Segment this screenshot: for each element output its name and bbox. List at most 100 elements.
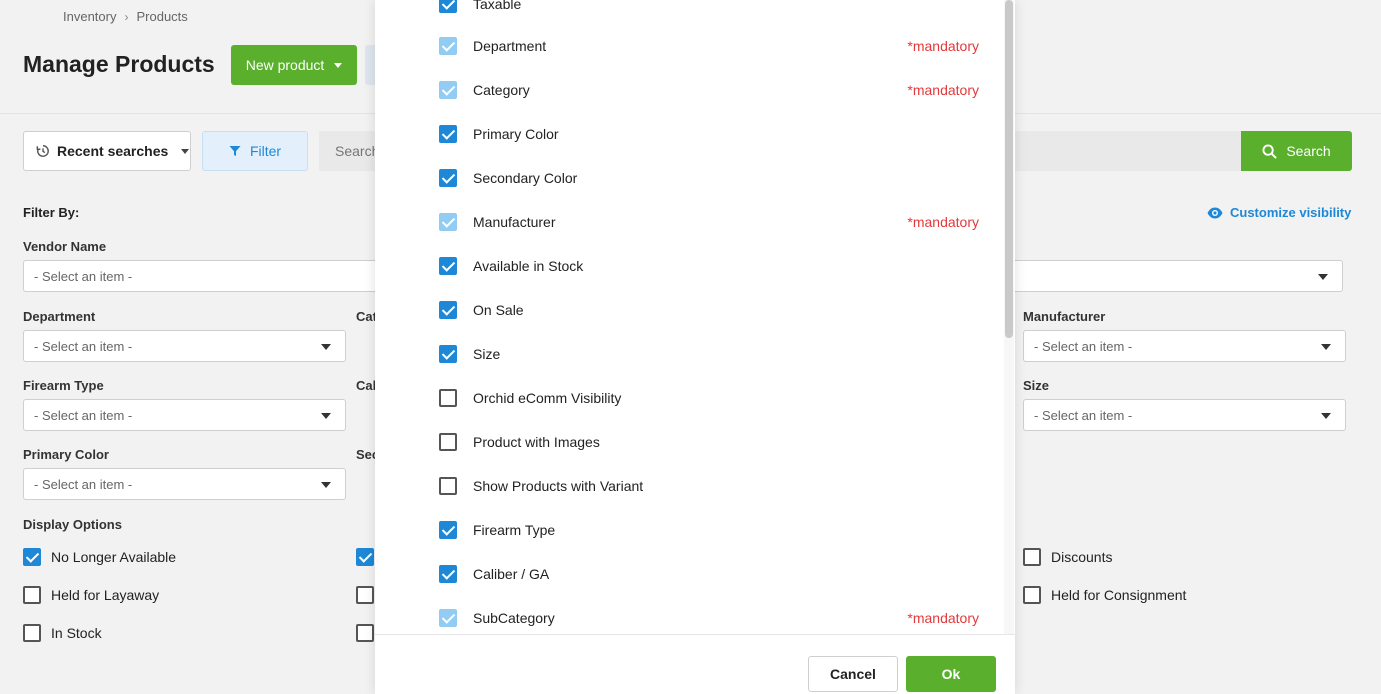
modal-scrollbar-thumb[interactable] — [1005, 0, 1013, 338]
modal-option-label: SubCategory — [473, 610, 555, 626]
customize-visibility-label: Customize visibility — [1230, 205, 1352, 220]
eye-icon — [1207, 207, 1223, 218]
checkbox[interactable] — [439, 433, 457, 451]
chevron-down-icon — [181, 148, 190, 154]
breadcrumb-inventory[interactable]: Inventory — [63, 9, 116, 24]
mandatory-tag: *mandatory — [907, 214, 979, 230]
display-option-in-stock[interactable]: In Stock — [23, 624, 102, 642]
modal-option-label: Size — [473, 346, 501, 362]
modal-option-caliber-ga[interactable]: Caliber / GA — [439, 559, 979, 589]
display-option-label: In Stock — [51, 625, 102, 641]
firearm-type-select[interactable]: - Select an item - — [23, 399, 346, 431]
display-option-held-for-layaway[interactable]: Held for Layaway — [23, 586, 159, 604]
vendor-name-select-value: - Select an item - — [34, 268, 133, 284]
size-select[interactable]: - Select an item - — [1023, 399, 1346, 431]
modal-option-show-products-with-variant[interactable]: Show Products with Variant — [439, 471, 979, 501]
display-option-held-for-consignment[interactable]: Held for Consignment — [1023, 586, 1186, 604]
modal-option-label: On Sale — [473, 302, 524, 318]
breadcrumb-separator-icon: › — [124, 9, 129, 24]
modal-option-firearm-type[interactable]: Firearm Type — [439, 515, 979, 545]
modal-option-label: Show Products with Variant — [473, 478, 644, 494]
modal-option-label: Category — [473, 82, 530, 98]
department-label: Department — [23, 309, 96, 324]
department-select[interactable]: - Select an item - — [23, 330, 346, 362]
display-option-col2-row2[interactable] — [356, 586, 374, 604]
search-button[interactable]: Search — [1241, 131, 1352, 171]
modal-option-available-in-stock[interactable]: Available in Stock — [439, 251, 979, 281]
checkbox[interactable] — [1023, 586, 1041, 604]
chevron-down-icon — [334, 62, 343, 68]
new-product-label: New product — [245, 57, 325, 73]
modal-option-label: Department — [473, 38, 547, 54]
filter-button[interactable]: Filter — [202, 131, 308, 171]
checkbox-checked[interactable] — [439, 0, 457, 13]
modal-scrollbar[interactable] — [1004, 0, 1014, 634]
cancel-button[interactable]: Cancel — [808, 656, 898, 692]
modal-footer: Cancel Ok — [375, 634, 1015, 694]
checkbox[interactable] — [1023, 548, 1041, 566]
checkbox-checked[interactable] — [439, 301, 457, 319]
display-option-label: Discounts — [1051, 549, 1113, 565]
recent-searches-button[interactable]: Recent searches — [23, 131, 191, 171]
modal-option-subcategory: SubCategory *mandatory — [439, 603, 979, 633]
modal-option-size[interactable]: Size — [439, 339, 979, 369]
display-option-col2-row1[interactable] — [356, 548, 374, 566]
checkbox-checked[interactable] — [439, 125, 457, 143]
checkbox[interactable] — [356, 624, 374, 642]
display-option-col2-row3[interactable] — [356, 624, 374, 642]
chevron-down-icon — [1321, 344, 1331, 350]
checkbox[interactable] — [439, 477, 457, 495]
chevron-down-icon — [321, 482, 331, 488]
checkbox[interactable] — [23, 624, 41, 642]
display-option-label: Held for Layaway — [51, 587, 160, 603]
modal-option-label: Orchid eComm Visibility — [473, 390, 622, 406]
checkbox[interactable] — [439, 389, 457, 407]
modal-option-orchid-ecomm-visibility[interactable]: Orchid eComm Visibility — [439, 383, 979, 413]
checkbox-checked[interactable] — [439, 565, 457, 583]
size-label: Size — [1023, 378, 1050, 393]
modal-option-taxable[interactable]: Taxable — [439, 0, 979, 19]
primary-color-select-value: - Select an item - — [34, 476, 133, 492]
caliber-label: Cal — [356, 378, 377, 393]
filter-label: Filter — [249, 143, 282, 159]
new-product-button[interactable]: New product — [231, 45, 357, 85]
chevron-down-icon — [1318, 274, 1328, 280]
chevron-down-icon — [321, 413, 331, 419]
modal-option-secondary-color[interactable]: Secondary Color — [439, 163, 979, 193]
filter-icon — [229, 146, 241, 156]
checkbox-checked[interactable] — [439, 169, 457, 187]
checkbox-checked[interactable] — [439, 345, 457, 363]
primary-color-select[interactable]: - Select an item - — [23, 468, 346, 500]
modal-option-label: Manufacturer — [473, 214, 556, 230]
modal-option-list: Taxable Department *mandatory Category *… — [375, 0, 1015, 634]
modal-option-label: Secondary Color — [473, 170, 578, 186]
display-option-no-longer-available[interactable]: No Longer Available — [23, 548, 176, 566]
modal-option-primary-color[interactable]: Primary Color — [439, 119, 979, 149]
checkbox-checked[interactable] — [23, 548, 41, 566]
ok-button[interactable]: Ok — [906, 656, 996, 692]
checkbox-locked — [439, 37, 457, 55]
checkbox[interactable] — [356, 586, 374, 604]
department-select-value: - Select an item - — [34, 338, 133, 354]
filter-by-heading: Filter By: — [23, 205, 80, 220]
customize-visibility-link[interactable]: Customize visibility — [1207, 205, 1351, 220]
modal-option-label: Product with Images — [473, 434, 600, 450]
mandatory-tag: *mandatory — [907, 610, 979, 626]
vendor-name-label: Vendor Name — [23, 239, 107, 254]
history-icon — [36, 145, 49, 157]
category-label: Cat — [356, 309, 377, 324]
modal-option-manufacturer: Manufacturer *mandatory — [439, 207, 979, 237]
modal-option-product-with-images[interactable]: Product with Images — [439, 427, 979, 457]
modal-option-label: Primary Color — [473, 126, 559, 142]
breadcrumb-products[interactable]: Products — [136, 9, 187, 24]
manufacturer-select[interactable]: - Select an item - — [1023, 330, 1346, 362]
modal-option-on-sale[interactable]: On Sale — [439, 295, 979, 325]
mandatory-tag: *mandatory — [907, 82, 979, 98]
checkbox-checked[interactable] — [356, 548, 374, 566]
page-title: Manage Products — [23, 51, 215, 77]
checkbox-checked[interactable] — [439, 521, 457, 539]
search-icon — [1262, 143, 1278, 159]
checkbox-checked[interactable] — [439, 257, 457, 275]
checkbox[interactable] — [23, 586, 41, 604]
display-option-discounts[interactable]: Discounts — [1023, 548, 1112, 566]
